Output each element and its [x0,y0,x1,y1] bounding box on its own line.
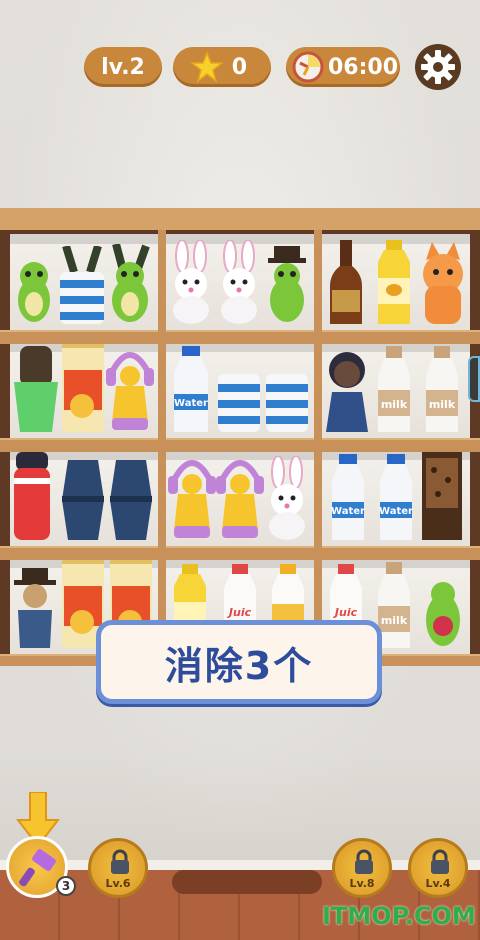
shelf-cell[interactable] [166,450,314,546]
shelf-plank [0,546,480,560]
water-label: Water [174,398,208,409]
shelf-cell[interactable] [10,450,158,546]
clear-three-toast: 消除3个 [96,620,382,704]
shelf-cell[interactable]: milk milk [322,342,470,438]
stars-count: 0 [231,54,247,80]
milk-label: milk [429,398,456,411]
shelf-cell[interactable] [322,234,470,330]
bunny-toy[interactable] [168,240,214,324]
headphone-toy[interactable] [216,450,264,540]
shelf-plank [0,330,480,344]
toast-text: 消除3个 [164,643,314,688]
shelf-divider [158,230,166,664]
lock-icon [355,849,373,874]
timer: 06:00 [286,47,400,87]
navy-vase[interactable] [60,460,106,540]
striped-jar[interactable] [216,366,262,432]
cookie-box[interactable] [420,452,464,540]
shelf-cell[interactable]: Water Water [322,450,470,546]
locked-slot-button[interactable]: Lv.8 [332,838,392,898]
lock-icon [431,849,449,874]
oil-bottle[interactable] [374,240,414,324]
milk-label: milk [381,398,408,411]
watermark: ITMOP.COM [322,902,476,930]
booster-count-badge: 3 [56,876,76,896]
bunny-toy[interactable] [216,240,262,324]
doll-toy[interactable] [324,346,370,432]
water-bottle[interactable]: Water [374,454,418,540]
shelf-cell[interactable] [166,234,314,330]
juice-label: Juic [333,606,358,619]
cell-shadow [10,234,158,244]
locked-slot-label: Lv.4 [425,877,451,890]
striped-jar[interactable] [264,366,310,432]
juice-label: Juic [227,606,252,619]
shelf-top [0,208,480,230]
item-tray [172,870,322,894]
hammer-icon [19,849,56,887]
stars-counter: 0 [173,47,271,87]
navy-vase[interactable] [108,460,154,540]
locked-slot-button[interactable]: Lv.6 [88,838,148,898]
shelf-divider [314,230,322,664]
dino-toy[interactable] [422,564,464,648]
shelf-cell[interactable] [10,342,158,438]
shelf: Water milk milk Water Water Juic Juic mi… [0,208,480,668]
headphone-toy[interactable] [106,342,154,432]
headphone-toy[interactable] [168,450,216,540]
beer-bottle[interactable] [326,240,366,324]
shelf-plank [0,438,480,452]
clock-icon [292,51,324,83]
red-thermos[interactable] [12,452,52,540]
locked-slot-button[interactable]: Lv.4 [408,838,468,898]
timer-text: 06:00 [328,54,399,80]
green-cup[interactable] [12,346,60,432]
bunny-toy[interactable] [264,456,310,540]
striped-jar[interactable] [58,246,106,324]
booster-count: 3 [61,879,71,893]
water-label: Water [331,506,365,517]
scarecrow-toy[interactable] [12,564,58,648]
locked-slot-label: Lv.6 [105,877,131,890]
star-icon [191,51,223,83]
dino-toy[interactable] [264,240,310,324]
level-indicator: lv.2 [84,47,162,87]
water-label: Water [379,506,413,517]
settings-gear-icon[interactable] [414,43,462,91]
cat-toy[interactable] [420,240,466,324]
water-bottle[interactable]: Water [326,454,370,540]
shelf-cell[interactable] [10,234,158,330]
side-drawer-handle[interactable] [468,356,480,402]
locked-slot-label: Lv.8 [349,877,375,890]
water-bottle[interactable]: Water [168,346,214,432]
milk-bottle[interactable]: milk [422,346,462,432]
dino-toy[interactable] [106,244,154,324]
dino-toy[interactable] [12,254,56,324]
level-text: lv.2 [101,54,145,80]
chips-can[interactable] [62,342,104,432]
milk-bottle[interactable]: milk [374,346,414,432]
lock-icon [111,849,129,874]
milk-label: milk [381,614,408,627]
shelf-cell[interactable]: Water [166,342,314,438]
